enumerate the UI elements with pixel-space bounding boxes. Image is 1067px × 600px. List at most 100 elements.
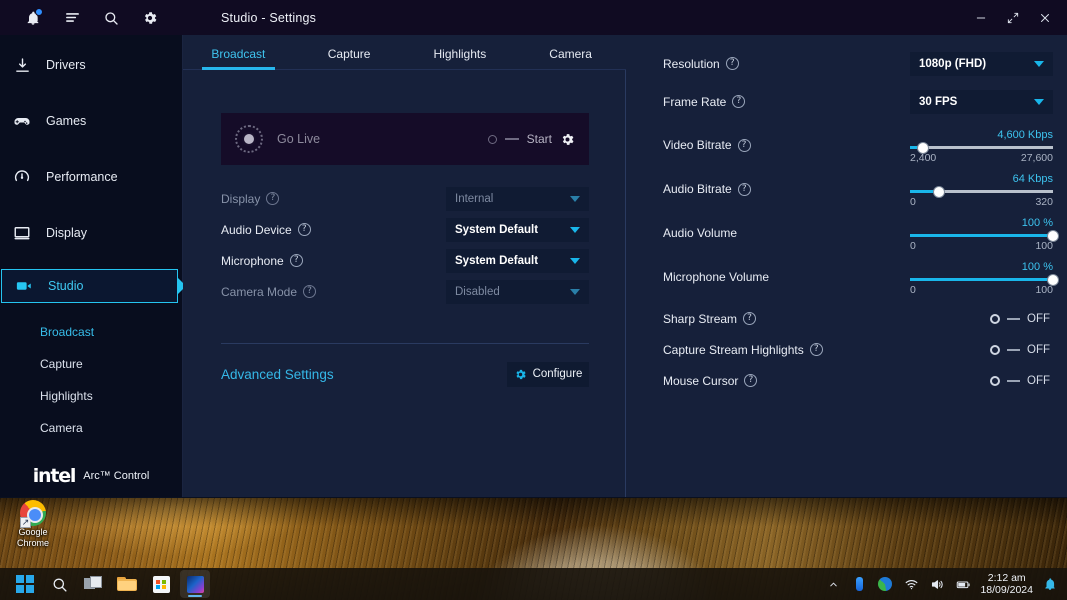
volume-icon[interactable] (928, 575, 946, 593)
microsoft-store-button[interactable] (146, 570, 176, 598)
slider-max: 100 (1035, 284, 1053, 296)
slider-range: 0 100 (910, 284, 1053, 296)
frame-rate-dropdown[interactable]: 30 FPS (910, 89, 1053, 114)
display-dropdown[interactable]: Internal (446, 186, 589, 211)
slider-thumb[interactable] (933, 186, 944, 197)
help-icon[interactable]: ? (289, 254, 303, 267)
setting-label-text: Audio Volume (663, 226, 738, 240)
slider-min: 0 (910, 196, 916, 208)
audio-volume-slider[interactable]: 100 % 0 100 (910, 214, 1058, 252)
close-icon[interactable] (1031, 4, 1059, 32)
toggle-line (1007, 379, 1020, 382)
desktop-icon-google-chrome[interactable]: ↗ Google Chrome (5, 500, 61, 549)
sidebar-subitem-capture[interactable]: Capture (0, 348, 182, 380)
sidebar-item-studio[interactable]: Studio (1, 269, 186, 303)
capture-stream-highlights-toggle[interactable]: OFF (910, 344, 1053, 356)
app-tray-icon[interactable] (876, 575, 894, 593)
configure-button[interactable]: Configure (507, 361, 589, 387)
sidebar-subitem-camera[interactable]: Camera (0, 412, 182, 444)
setting-label: Mouse Cursor ? (663, 374, 873, 388)
help-icon[interactable]: ? (732, 95, 746, 108)
mouse-cursor-toggle[interactable]: OFF (910, 375, 1053, 387)
tab-camera[interactable]: Camera (515, 47, 626, 69)
intel-tray-icon[interactable] (850, 575, 868, 593)
help-icon[interactable]: ? (809, 343, 823, 356)
help-icon[interactable]: ? (737, 138, 751, 152)
sidebar-item-games[interactable]: Games (0, 102, 182, 140)
go-live-gear-icon[interactable] (560, 132, 575, 147)
search-button[interactable] (44, 570, 74, 598)
task-view-button[interactable] (78, 570, 108, 598)
tab-capture[interactable]: Capture (294, 47, 405, 69)
microphone-dropdown[interactable]: System Default (446, 248, 589, 273)
go-live-card[interactable]: Go Live Start (221, 113, 589, 165)
arc-control-button[interactable] (180, 570, 210, 598)
slider-thumb[interactable] (1048, 230, 1058, 241)
help-icon[interactable]: ? (725, 57, 739, 70)
advanced-settings-link[interactable]: Advanced Settings (221, 367, 334, 382)
slider-track[interactable] (910, 230, 1058, 241)
help-icon[interactable]: ? (737, 182, 751, 196)
sidebar-subitem-highlights[interactable]: Highlights (0, 380, 182, 412)
video-bitrate-slider[interactable]: 4,600 Kbps 2,400 27,600 (910, 126, 1053, 164)
setting-label: Video Bitrate ? (663, 138, 873, 152)
tab-label: Camera (549, 47, 592, 61)
taskbar: 2:12 am 18/09/2024 (0, 568, 1067, 600)
tab-broadcast[interactable]: Broadcast (183, 47, 294, 70)
sidebar-item-label: Drivers (46, 58, 86, 72)
setting-label: Audio Bitrate ? (663, 182, 873, 196)
microphone-volume-slider[interactable]: 100 % 0 100 (910, 258, 1058, 296)
sharp-stream-toggle[interactable]: OFF (910, 313, 1053, 325)
wifi-icon[interactable] (902, 575, 920, 593)
audio-bitrate-slider[interactable]: 64 Kbps 0 320 (910, 170, 1053, 208)
gear-icon[interactable] (139, 7, 161, 29)
toggle-line (1007, 317, 1020, 320)
toggle-line (1007, 348, 1020, 351)
resolution-dropdown[interactable]: 1080p (FHD) (910, 51, 1053, 76)
search-icon (51, 576, 68, 593)
help-icon[interactable]: ? (266, 192, 280, 205)
go-live-toggle[interactable] (487, 134, 497, 144)
expand-icon[interactable] (999, 4, 1027, 32)
help-icon[interactable]: ? (743, 312, 757, 325)
setting-row-audio-device: Audio Device ? System Default (221, 214, 589, 245)
slider-track[interactable] (910, 142, 1053, 153)
setting-label: Camera Mode ? (221, 285, 317, 299)
window-title: Studio - Settings (221, 10, 317, 25)
setting-label: Resolution ? (663, 57, 873, 71)
help-icon[interactable]: ? (297, 223, 311, 236)
sidebar-subitem-label: Camera (40, 421, 83, 435)
chevron-up-icon[interactable] (824, 575, 842, 593)
chevron-down-icon (570, 195, 580, 202)
minimize-icon[interactable] (967, 4, 995, 32)
camera-mode-dropdown[interactable]: Disabled (446, 279, 589, 304)
bell-icon[interactable] (1041, 575, 1059, 593)
sidebar-item-drivers[interactable]: Drivers (0, 46, 182, 84)
battery-icon[interactable] (954, 575, 972, 593)
notifications-bell-icon[interactable] (22, 7, 44, 29)
slider-thumb[interactable] (917, 142, 928, 153)
setting-row-camera-mode: Camera Mode ? Disabled (221, 276, 589, 307)
file-explorer-button[interactable] (112, 570, 142, 598)
slider-thumb[interactable] (1048, 274, 1058, 285)
menu-icon[interactable] (61, 7, 83, 29)
search-icon[interactable] (100, 7, 122, 29)
control-slot: 64 Kbps 0 320 (910, 170, 1053, 208)
setting-label: Audio Device ? (221, 223, 311, 237)
sidebar-item-performance[interactable]: Performance (0, 158, 182, 196)
help-icon[interactable]: ? (303, 285, 317, 298)
titlebar-icon-group (0, 0, 183, 35)
sidebar-subitem-broadcast[interactable]: Broadcast (0, 316, 182, 348)
slider-range: 0 100 (910, 240, 1053, 252)
start-button[interactable] (10, 570, 40, 598)
slider-track[interactable] (910, 274, 1058, 285)
tab-label: Highlights (433, 47, 487, 61)
chevron-down-icon (1034, 60, 1044, 67)
sidebar-item-display[interactable]: Display (0, 214, 182, 252)
setting-row-display: Display ? Internal (221, 183, 589, 214)
tab-highlights[interactable]: Highlights (405, 47, 516, 69)
slider-track[interactable] (910, 186, 1053, 197)
help-icon[interactable]: ? (744, 374, 758, 387)
taskbar-clock[interactable]: 2:12 am 18/09/2024 (980, 572, 1033, 596)
audio-device-dropdown[interactable]: System Default (446, 217, 589, 242)
